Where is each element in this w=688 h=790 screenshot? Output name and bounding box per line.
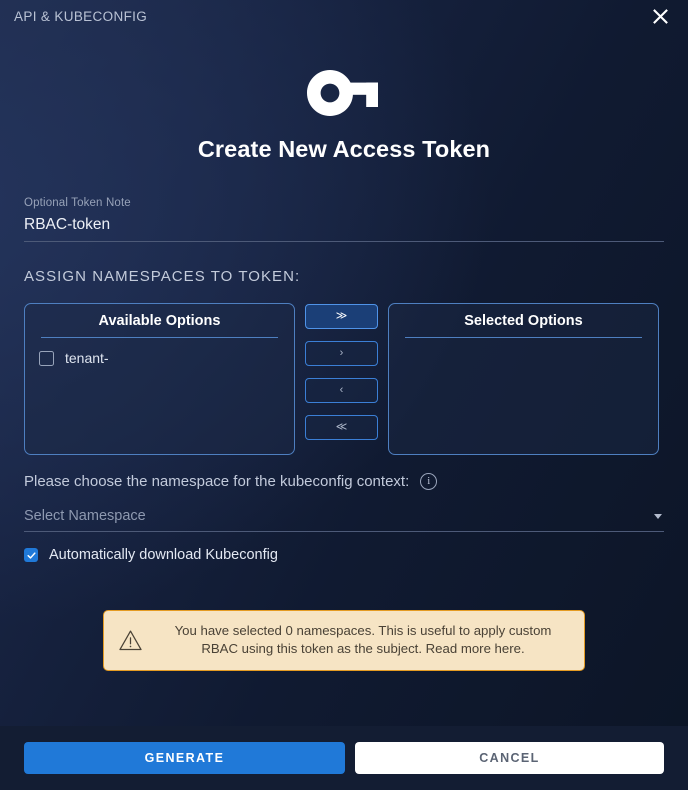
key-icon: [307, 70, 378, 116]
namespace-select[interactable]: Select Namespace: [24, 508, 664, 532]
available-options-panel: Available Options tenant-: [24, 303, 295, 455]
namespace-prompt-text: Please choose the namespace for the kube…: [24, 473, 410, 490]
cancel-button[interactable]: CANCEL: [354, 742, 664, 774]
available-options-list: tenant-: [37, 338, 282, 368]
page-title: Create New Access Token: [197, 136, 491, 162]
warning-text: You have selected 0 namespaces. This is …: [174, 623, 552, 657]
warning-banner: You have selected 0 namespaces. This is …: [103, 610, 585, 672]
chevron-down-icon[interactable]: [654, 514, 662, 519]
checkbox-unchecked-icon[interactable]: [39, 350, 54, 366]
api-kubeconfig-dialog: API & KUBECONFIG Create New Access Token…: [0, 0, 688, 790]
namespace-select-value: Select Namespace: [24, 508, 146, 524]
move-all-right-button[interactable]: ≫: [305, 304, 378, 329]
token-note-field: Optional Token Note: [24, 197, 664, 242]
assign-section-title: ASSIGN NAMESPACES TO TOKEN:: [24, 268, 301, 285]
transfer-buttons: ≫ › ‹ ≪: [305, 303, 378, 440]
token-note-label: Optional Token Note: [24, 197, 131, 209]
close-icon[interactable]: [648, 5, 672, 29]
selected-options-title: Selected Options: [405, 313, 642, 338]
list-item-text: tenant-: [65, 350, 109, 366]
token-note-input[interactable]: [24, 211, 664, 242]
warning-triangle-icon: [119, 630, 142, 650]
list-item[interactable]: tenant-: [37, 348, 282, 368]
redacted-block: [110, 352, 176, 365]
info-icon[interactable]: i: [420, 473, 438, 490]
move-all-left-button[interactable]: ≪: [305, 415, 378, 440]
redacted-block: [183, 352, 209, 365]
auto-download-label: Automatically download Kubeconfig: [49, 547, 278, 563]
selected-options-list: [401, 338, 646, 348]
key-icon-wrapper: [24, 70, 664, 116]
move-right-button[interactable]: ›: [305, 341, 378, 366]
move-left-button[interactable]: ‹: [305, 378, 378, 403]
checkbox-checked-icon[interactable]: [24, 548, 38, 562]
auto-download-row[interactable]: Automatically download Kubeconfig: [24, 547, 664, 563]
dialog-titlebar: API & KUBECONFIG: [0, 0, 688, 33]
dialog-title: API & KUBECONFIG: [14, 9, 148, 24]
dialog-body: Create New Access Token Optional Token N…: [0, 33, 688, 726]
list-item-label: tenant-: [65, 350, 209, 366]
selected-options-panel: Selected Options: [388, 303, 659, 455]
available-options-title: Available Options: [41, 313, 278, 338]
namespace-prompt-row: Please choose the namespace for the kube…: [24, 473, 664, 490]
generate-button[interactable]: GENERATE: [24, 742, 345, 774]
dialog-footer: GENERATE CANCEL: [0, 726, 688, 790]
namespace-picklist: Available Options tenant- ≫ › ‹ ≪ Select…: [24, 303, 664, 455]
